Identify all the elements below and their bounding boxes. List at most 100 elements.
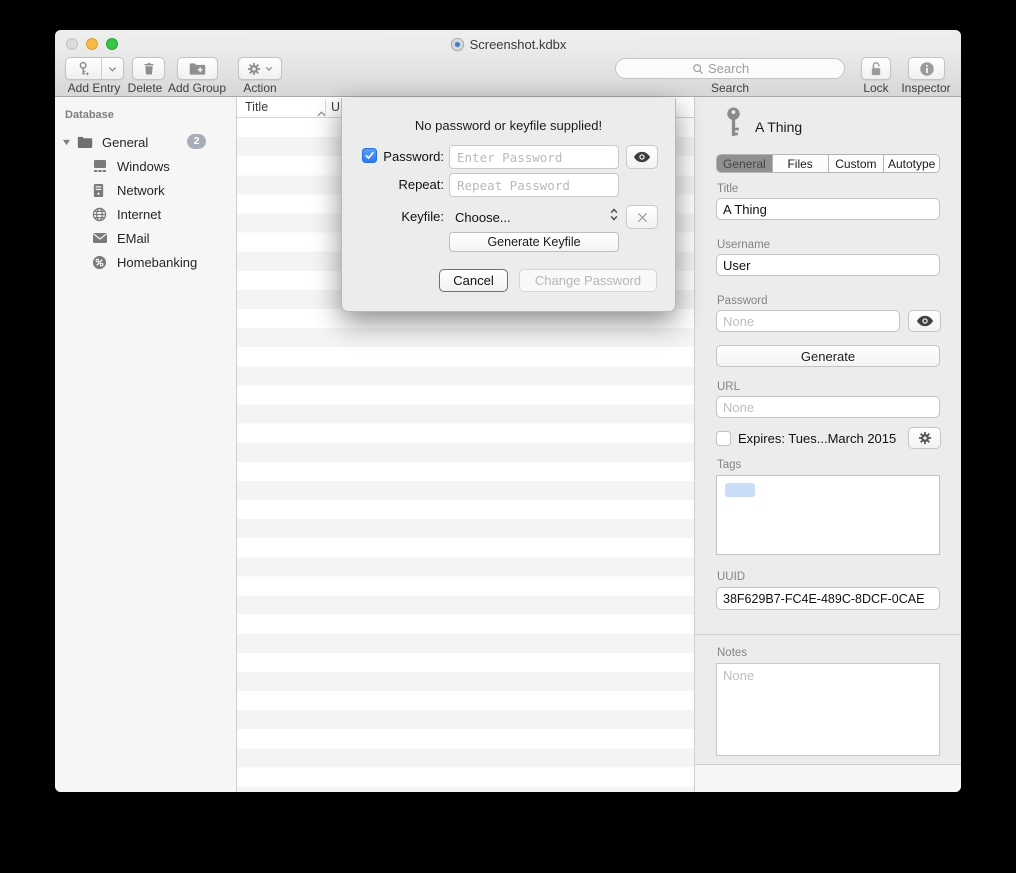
keyfile-popup[interactable]: Choose... <box>449 205 624 229</box>
inspector-footer <box>695 764 961 792</box>
folder-plus-icon <box>189 62 206 76</box>
column-header-title[interactable]: Title <box>245 100 268 114</box>
tags-label: Tags <box>717 459 741 471</box>
url-label: URL <box>717 381 740 393</box>
generate-keyfile-button[interactable]: Generate Keyfile <box>449 232 619 252</box>
app-window: Screenshot.kdbx Add Entry Delete Add Gro… <box>55 30 961 792</box>
tab-custom[interactable]: Custom <box>829 155 885 172</box>
eye-icon <box>633 151 651 163</box>
sidebar-item-email[interactable]: EMail <box>55 226 236 250</box>
add-entry-button[interactable] <box>65 57 124 80</box>
window-title-row: Screenshot.kdbx <box>55 35 961 53</box>
expires-label: Expires: Tues...March 2015 <box>738 431 896 446</box>
sidebar-item-general[interactable]: General 2 <box>55 130 236 154</box>
trash-icon <box>142 61 156 76</box>
tab-autotype[interactable]: Autotype <box>884 155 939 172</box>
eye-icon <box>916 315 934 327</box>
url-field[interactable] <box>716 396 940 418</box>
username-label: Username <box>717 239 770 251</box>
titlebar-toolbar: Screenshot.kdbx Add Entry Delete Add Gro… <box>55 30 961 97</box>
notes-field[interactable] <box>716 663 940 756</box>
sidebar-item-label: Internet <box>117 207 161 222</box>
uuid-label: UUID <box>717 571 745 583</box>
envelope-icon <box>92 232 109 244</box>
tags-box[interactable] <box>716 475 940 555</box>
chevron-down-icon <box>265 66 273 71</box>
sidebar-item-label: Homebanking <box>117 255 197 270</box>
username-field[interactable] <box>716 254 940 276</box>
sidebar-header: Database <box>65 109 114 121</box>
title-field[interactable] <box>716 198 940 220</box>
sheet-warning-message: No password or keyfile supplied! <box>342 118 675 133</box>
search-input[interactable] <box>708 61 768 76</box>
sidebar-item-label: General <box>102 135 148 150</box>
reveal-password-button[interactable] <box>626 145 658 169</box>
notes-divider <box>695 634 961 635</box>
entry-count-badge: 2 <box>187 134 206 149</box>
tag-pill[interactable] <box>725 483 755 497</box>
keyfile-value: Choose... <box>455 210 511 225</box>
notes-label: Notes <box>717 647 747 659</box>
repeat-label: Repeat: <box>344 177 444 192</box>
expires-checkbox[interactable] <box>716 431 731 446</box>
add-group-button[interactable] <box>177 57 218 80</box>
sidebar-item-homebanking[interactable]: Homebanking <box>55 250 236 274</box>
repeat-input[interactable] <box>449 173 619 197</box>
password-label: Password <box>717 295 768 307</box>
tab-files[interactable]: Files <box>773 155 829 172</box>
tab-general[interactable]: General <box>717 155 773 172</box>
expires-row: Expires: Tues...March 2015 <box>716 427 896 449</box>
percent-circle-icon <box>92 255 109 270</box>
window-title: Screenshot.kdbx <box>470 37 567 52</box>
add-entry-dropdown-arrow[interactable] <box>102 58 123 79</box>
entry-title: A Thing <box>755 119 802 135</box>
search-field[interactable] <box>615 58 845 79</box>
uuid-field[interactable] <box>716 587 940 610</box>
gear-icon <box>247 62 261 76</box>
disclosure-triangle-icon[interactable] <box>62 139 72 146</box>
password-field[interactable] <box>716 310 900 332</box>
keyfile-label: Keyfile: <box>344 209 444 224</box>
title-label: Title <box>717 183 738 195</box>
lock-open-icon <box>869 61 883 77</box>
server-icon <box>92 183 109 198</box>
search-icon <box>692 63 704 75</box>
action-button[interactable] <box>238 57 282 80</box>
windows-icon <box>92 159 109 173</box>
column-divider[interactable] <box>325 99 326 115</box>
password-input[interactable] <box>449 145 619 169</box>
lock-button[interactable] <box>861 57 891 80</box>
reveal-password-button[interactable] <box>908 310 941 332</box>
group-sidebar: Database General 2 Windows Network Inter… <box>55 97 237 792</box>
inspector-tabs: General Files Custom Autotype <box>716 154 940 173</box>
sidebar-item-network[interactable]: Network <box>55 178 236 202</box>
cancel-button[interactable]: Cancel <box>439 269 508 292</box>
close-x-icon <box>636 211 649 224</box>
globe-icon <box>92 207 109 222</box>
info-icon <box>919 61 935 77</box>
column-header-username[interactable]: U <box>331 100 340 114</box>
change-password-sheet: No password or keyfile supplied! Passwor… <box>341 98 676 312</box>
inspector-button[interactable] <box>908 57 945 80</box>
key-plus-icon[interactable] <box>66 58 102 79</box>
password-label: Password: <box>344 149 444 164</box>
inspector-panel: A Thing General Files Custom Autotype Ti… <box>695 97 961 792</box>
sidebar-item-label: EMail <box>117 231 150 246</box>
generate-password-button[interactable]: Generate <box>716 345 940 367</box>
search-label: Search <box>695 81 765 95</box>
inspector-label: Inspector <box>891 81 961 95</box>
sidebar-item-label: Network <box>117 183 165 198</box>
sidebar-item-windows[interactable]: Windows <box>55 154 236 178</box>
sidebar-item-label: Windows <box>117 159 170 174</box>
expires-settings-button[interactable] <box>908 427 941 449</box>
clear-keyfile-button[interactable] <box>626 205 658 229</box>
action-label: Action <box>225 81 295 95</box>
key-icon <box>724 107 743 138</box>
stepper-icon <box>609 206 619 228</box>
delete-button[interactable] <box>132 57 165 80</box>
change-password-button: Change Password <box>519 269 657 292</box>
folder-icon <box>77 136 94 149</box>
sidebar-item-internet[interactable]: Internet <box>55 202 236 226</box>
gear-icon <box>918 431 932 445</box>
document-icon <box>450 37 465 52</box>
